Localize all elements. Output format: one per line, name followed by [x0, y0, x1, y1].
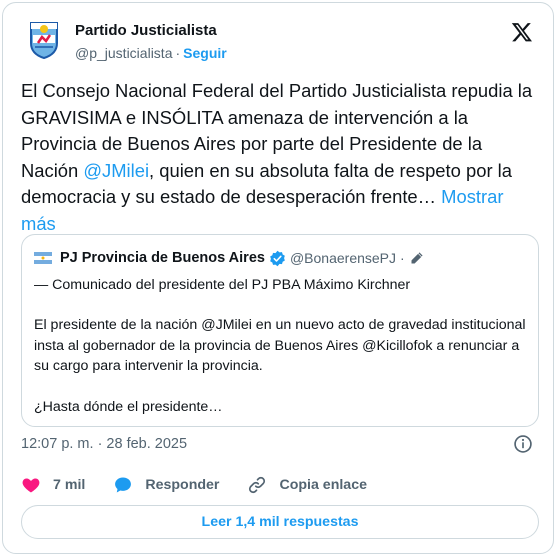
link-icon — [249, 476, 266, 494]
info-icon[interactable] — [513, 434, 533, 454]
quoted-line-1: — Comunicado del presidente del PJ PBA M… — [34, 277, 411, 293]
separator-dot: · — [400, 250, 405, 266]
like-button[interactable]: 7 mil — [21, 475, 85, 495]
quoted-tweet-header: PJ Provincia de Buenos Aires @Bonaerense… — [34, 247, 424, 269]
tweet-timestamp[interactable]: 12:07 p. m. · 28 feb. 2025 — [21, 433, 187, 455]
reply-label: Responder — [145, 477, 220, 493]
read-replies-button[interactable]: Leer 1,4 mil respuestas — [21, 505, 539, 539]
quoted-line-3: ¿Hasta dónde el presidente… — [34, 398, 223, 415]
quoted-author-name: PJ Provincia de Buenos Aires — [60, 250, 265, 266]
author-name[interactable]: Partido Justicialista — [75, 21, 227, 41]
quoted-line-2: El presidente de la nación @JMilei en un… — [34, 317, 526, 375]
tweet-text: El Consejo Nacional Federal del Partido … — [21, 78, 541, 238]
argentina-flag-icon — [34, 252, 52, 264]
pj-shield-logo-avatar[interactable] — [29, 21, 59, 59]
quoted-tweet[interactable]: PJ Provincia de Buenos Aires @Bonaerense… — [21, 234, 539, 427]
follow-button[interactable]: Seguir — [183, 45, 227, 61]
tweet-header: Partido Justicialista @p_justicialista · S… — [29, 17, 537, 67]
author-subline: @p_justicialista · Seguir — [75, 43, 227, 63]
copy-link-button[interactable]: Copia enlace — [247, 475, 367, 495]
reply-bubble-icon — [115, 477, 132, 493]
tweet-card: Partido Justicialista @p_justicialista · S… — [2, 2, 554, 554]
heart-icon — [22, 478, 40, 493]
quoted-author-handle: @BonaerensePJ — [289, 250, 397, 266]
x-logo-icon[interactable] — [511, 21, 533, 43]
separator-dot: · — [175, 45, 181, 61]
author-handle[interactable]: @p_justicialista — [75, 45, 172, 61]
quoted-tweet-body: — Comunicado del presidente del PJ PBA M… — [34, 275, 528, 417]
mention-link[interactable]: @JMilei — [83, 160, 149, 181]
tweet-actions: 7 mil Responder Copia enlace — [21, 473, 395, 497]
author-block: Partido Justicialista @p_justicialista · S… — [75, 21, 227, 63]
copy-link-label: Copia enlace — [279, 477, 367, 493]
reply-button[interactable]: Responder — [113, 475, 219, 495]
verified-badge-icon — [270, 250, 285, 266]
like-count: 7 mil — [53, 477, 86, 493]
edit-pencil-icon — [411, 251, 423, 263]
